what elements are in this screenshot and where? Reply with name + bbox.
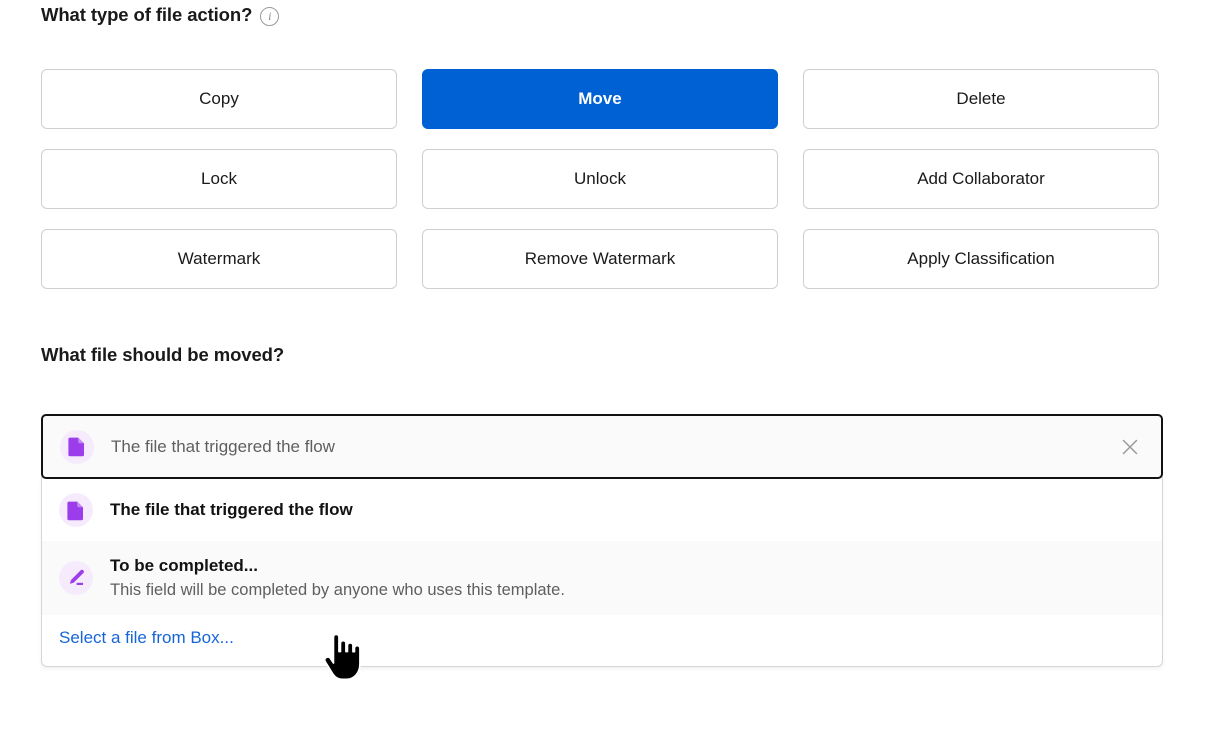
question-label-text: What file should be moved? — [41, 344, 284, 366]
dropdown-select-from-box-row[interactable]: Select a file from Box... — [42, 615, 1162, 666]
file-select-input[interactable]: The file that triggered the flow — [41, 414, 1163, 479]
action-button-remove-watermark[interactable]: Remove Watermark — [422, 229, 778, 289]
file-select-combobox: The file that triggered the flow The fil… — [41, 414, 1163, 667]
dropdown-option-to-be-completed[interactable]: To be completed... This field will be co… — [42, 541, 1162, 615]
page-title: What type of file action? i — [41, 4, 279, 26]
action-button-apply-classification[interactable]: Apply Classification — [803, 229, 1159, 289]
file-select-value: The file that triggered the flow — [111, 437, 1113, 457]
file-action-button-grid: Copy Move Delete Lock Unlock Add Collabo… — [41, 69, 1163, 289]
action-button-lock[interactable]: Lock — [41, 149, 397, 209]
file-select-dropdown: The file that triggered the flow To be c… — [41, 477, 1163, 667]
dropdown-option-texts: The file that triggered the flow — [110, 499, 353, 520]
dropdown-option-title: To be completed... — [110, 555, 565, 576]
file-icon — [60, 430, 94, 464]
dropdown-option-triggered-file[interactable]: The file that triggered the flow — [42, 479, 1162, 541]
action-button-watermark[interactable]: Watermark — [41, 229, 397, 289]
action-button-copy[interactable]: Copy — [41, 69, 397, 129]
action-button-unlock[interactable]: Unlock — [422, 149, 778, 209]
action-button-move[interactable]: Move — [422, 69, 778, 129]
dropdown-option-subtitle: This field will be completed by anyone w… — [110, 580, 565, 601]
info-circle-icon[interactable]: i — [260, 7, 279, 26]
dropdown-option-texts: To be completed... This field will be co… — [110, 555, 565, 601]
file-action-form: What type of file action? i Copy Move De… — [0, 0, 1206, 737]
question-label-file-select: What file should be moved? — [41, 344, 284, 366]
close-icon[interactable] — [1113, 430, 1147, 464]
question-label-file-action: What type of file action? — [41, 4, 252, 26]
action-button-add-collaborator[interactable]: Add Collaborator — [803, 149, 1159, 209]
file-icon — [59, 493, 93, 527]
pencil-icon — [59, 561, 93, 595]
action-button-delete[interactable]: Delete — [803, 69, 1159, 129]
select-file-from-box-link[interactable]: Select a file from Box... — [59, 628, 234, 647]
dropdown-option-title: The file that triggered the flow — [110, 499, 353, 520]
